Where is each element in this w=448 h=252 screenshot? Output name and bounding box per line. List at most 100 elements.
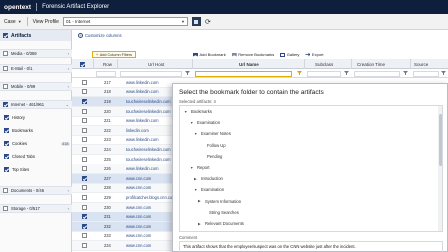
item-checkbox[interactable]: [4, 115, 9, 120]
filter-icon[interactable]: [344, 71, 349, 75]
row-checkbox[interactable]: [82, 214, 87, 220]
url-host-cell: www.linkedin.com: [126, 79, 159, 85]
filter-icon[interactable]: [185, 71, 190, 75]
row-number-cell: 234: [104, 243, 111, 249]
select-all-checkbox[interactable]: [80, 61, 85, 67]
row-checkbox[interactable]: [82, 195, 87, 201]
sidebar-group-email[interactable]: E-Mail - 0/1 ›: [0, 64, 72, 73]
add-column-filters-button[interactable]: + Add Column Filters: [92, 51, 136, 58]
chevron-down-icon[interactable]: ▼: [184, 110, 188, 114]
row-checkbox[interactable]: [82, 127, 87, 133]
row-checkbox[interactable]: [82, 223, 87, 229]
chevron-right-icon: ›: [67, 84, 69, 89]
row-number-cell: 223: [104, 137, 111, 143]
export-button[interactable]: Export: [305, 52, 323, 57]
subclass-filter-input[interactable]: [307, 70, 341, 77]
url-host-cell: www.cnn.com: [126, 185, 152, 191]
chevron-right-icon[interactable]: ▶: [198, 199, 202, 203]
tree-node[interactable]: ▶ Relevant Documents: [198, 221, 244, 226]
sidebar-group-media[interactable]: Media - 0/359 ›: [0, 49, 72, 58]
row-checkbox[interactable]: [82, 89, 87, 95]
chevron-down-icon[interactable]: ▼: [194, 188, 198, 192]
filter-icon[interactable]: [403, 71, 408, 75]
group-checkbox[interactable]: [3, 51, 8, 56]
sidebar-item-cookies[interactable]: Cookies 418: [0, 139, 72, 148]
sidebar-item-label: Top Sites: [12, 167, 30, 172]
chevron-down-icon[interactable]: ▼: [190, 121, 194, 125]
sidebar-group-storage[interactable]: Storage - 0/517 ›: [0, 204, 72, 213]
sidebar-item-top-sites[interactable]: Top Sites: [0, 165, 72, 174]
column-header-url-name[interactable]: Url Name: [193, 59, 305, 69]
add-bookmark-button[interactable]: Add Bookmark: [193, 52, 226, 57]
tree-node-label: Examination: [201, 187, 225, 193]
tree-node[interactable]: ▼ Examination: [190, 120, 220, 125]
row-checkbox[interactable]: [82, 79, 87, 85]
group-checkbox[interactable]: [3, 206, 8, 211]
remove-bookmarks-button[interactable]: Remove Bookmarks: [231, 52, 274, 57]
filter-icon[interactable]: [297, 71, 302, 75]
gallery-button[interactable]: Gallery: [280, 52, 299, 57]
row-checkbox[interactable]: [82, 108, 87, 114]
column-header-row[interactable]: Row: [94, 59, 118, 69]
artifacts-select-all-checkbox[interactable]: [3, 33, 8, 38]
item-checkbox[interactable]: [4, 128, 9, 133]
item-checkbox[interactable]: [4, 167, 9, 172]
row-checkbox[interactable]: [82, 166, 87, 172]
chevron-right-icon[interactable]: ▶: [198, 222, 202, 226]
item-checkbox[interactable]: [4, 141, 9, 146]
tree-node[interactable]: ▶ System Information: [198, 199, 241, 204]
customize-columns-link[interactable]: + Customize columns: [72, 30, 448, 41]
group-checkbox[interactable]: [3, 66, 8, 71]
source-filter-input[interactable]: [413, 70, 439, 77]
refresh-icon[interactable]: ⟳: [205, 18, 211, 26]
row-checkbox[interactable]: [82, 147, 87, 153]
row-checkbox[interactable]: [82, 137, 87, 143]
tree-node[interactable]: String Searches: [202, 210, 239, 215]
scrollbar-thumb[interactable]: [438, 114, 442, 166]
chevron-right-icon: ›: [67, 206, 69, 211]
row-checkbox[interactable]: [82, 233, 87, 239]
chevron-down-icon[interactable]: ▼: [194, 132, 198, 136]
tree-node[interactable]: Follow Up: [200, 143, 226, 148]
chevron-right-icon[interactable]: ▶: [194, 177, 198, 181]
column-header-source[interactable]: Source: [411, 59, 448, 69]
chevron-down-icon[interactable]: ▼: [190, 166, 194, 170]
tree-node[interactable]: Pending: [200, 154, 222, 159]
sidebar-item-closed-tabs[interactable]: Closed Tabs: [0, 152, 72, 161]
tree-scrollbar[interactable]: [438, 106, 442, 231]
group-checkbox[interactable]: [3, 188, 8, 193]
sidebar-item-bookmarks[interactable]: Bookmarks: [0, 126, 72, 135]
sidebar-group-internet[interactable]: Internet - 461/961 ⌄: [0, 100, 72, 109]
profile-select[interactable]: 01 - Internet ▼: [62, 17, 188, 26]
row-checkbox[interactable]: [82, 185, 87, 191]
row-checkbox[interactable]: [82, 175, 87, 181]
comment-textarea[interactable]: This artifact shows that the employee/su…: [179, 241, 443, 252]
row-checkbox[interactable]: [82, 99, 87, 105]
case-menu[interactable]: Case ▼: [4, 19, 22, 25]
sidebar-group-documents[interactable]: Documents - 0/46 ›: [0, 186, 72, 195]
group-checkbox[interactable]: [3, 84, 8, 89]
url-name-filter-input[interactable]: [195, 70, 292, 77]
item-checkbox[interactable]: [4, 154, 9, 159]
row-number-cell: 222: [104, 127, 111, 133]
row-checkbox[interactable]: [82, 204, 87, 210]
row-checkbox[interactable]: [82, 118, 87, 124]
sidebar-item-history[interactable]: History: [0, 113, 72, 122]
tree-node[interactable]: ▼ Report: [190, 165, 210, 170]
column-header-url-host[interactable]: Url Host: [118, 59, 193, 69]
creation-time-filter-input[interactable]: [354, 70, 400, 77]
column-header-creation-time[interactable]: Creation Time: [352, 59, 411, 69]
tree-node[interactable]: ▶ Introduction: [194, 176, 223, 181]
tree-node[interactable]: ▼ Bookmarks: [184, 109, 212, 114]
tree-node[interactable]: ▼ Examination: [194, 187, 224, 192]
row-filter-input[interactable]: [96, 70, 116, 77]
group-checkbox[interactable]: [3, 102, 8, 107]
save-profile-button[interactable]: [191, 17, 201, 26]
tree-node[interactable]: ▼ Examiner Notes: [194, 131, 231, 136]
column-header-subclass[interactable]: Subclass: [305, 59, 352, 69]
filter-icon[interactable]: [441, 71, 446, 75]
sidebar-group-mobile[interactable]: Mobile - 0/99 ›: [0, 82, 72, 91]
url-host-filter-input[interactable]: [120, 70, 182, 77]
row-checkbox[interactable]: [82, 156, 87, 162]
row-checkbox[interactable]: [82, 243, 87, 249]
